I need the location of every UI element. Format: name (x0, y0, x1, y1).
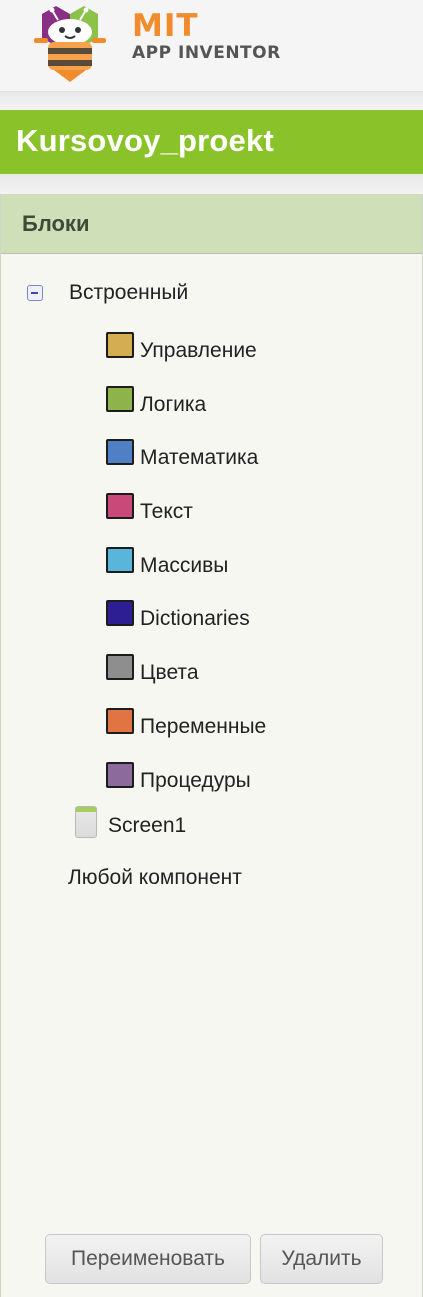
category-label[interactable]: Текст (140, 500, 193, 524)
builtin-label[interactable]: Встроенный (69, 281, 188, 305)
app-header: MIT APP INVENTOR (0, 0, 423, 92)
brand-mit-text: MIT (132, 8, 199, 44)
screen1-tree-node[interactable]: Screen1 (75, 806, 186, 842)
category-label[interactable]: Математика (140, 446, 258, 470)
text-swatch-icon (106, 493, 134, 519)
dictionaries-swatch-icon (106, 600, 134, 626)
blocks-panel-title: Блоки (1, 194, 422, 254)
blocks-panel: Блоки Встроенный Управление Логика Матем… (0, 194, 423, 1297)
delete-button[interactable]: Удалить (260, 1234, 383, 1284)
collapse-icon[interactable] (27, 285, 43, 301)
category-lists[interactable]: Массивы (106, 547, 228, 581)
logic-swatch-icon (106, 386, 134, 412)
category-label[interactable]: Процедуры (140, 769, 251, 793)
builtin-tree-node[interactable]: Встроенный (27, 281, 188, 305)
category-procedures[interactable]: Процедуры (106, 762, 251, 796)
category-control[interactable]: Управление (106, 332, 257, 366)
category-label[interactable]: Цвета (140, 661, 199, 685)
brand-app-inventor-text: APP INVENTOR (132, 43, 281, 63)
category-label[interactable]: Массивы (140, 554, 228, 578)
category-math[interactable]: Математика (106, 439, 258, 473)
category-label[interactable]: Переменные (140, 715, 266, 739)
category-label[interactable]: Управление (140, 339, 257, 363)
category-text[interactable]: Текст (106, 493, 193, 527)
math-swatch-icon (106, 439, 134, 465)
rename-button[interactable]: Переименовать (45, 1234, 251, 1284)
category-colors[interactable]: Цвета (106, 654, 199, 688)
brand-wordmark: MIT APP INVENTOR (132, 10, 281, 63)
header-separator (0, 92, 423, 110)
variables-swatch-icon (106, 708, 134, 734)
project-title: Kursovoy_proekt (0, 110, 423, 174)
screen1-label[interactable]: Screen1 (108, 814, 186, 838)
screen-icon (75, 806, 97, 838)
colors-swatch-icon (106, 654, 134, 680)
category-label[interactable]: Логика (140, 393, 206, 417)
category-dictionaries[interactable]: Dictionaries (106, 600, 250, 634)
procedures-swatch-icon (106, 762, 134, 788)
control-swatch-icon (106, 332, 134, 358)
app-inventor-logo-icon[interactable] (30, 4, 126, 86)
lists-swatch-icon (106, 547, 134, 573)
section-separator (0, 174, 423, 194)
category-label[interactable]: Dictionaries (140, 607, 250, 631)
category-logic[interactable]: Логика (106, 386, 206, 420)
any-component-item[interactable]: Любой компонент (68, 866, 242, 890)
category-variables[interactable]: Переменные (106, 708, 266, 742)
